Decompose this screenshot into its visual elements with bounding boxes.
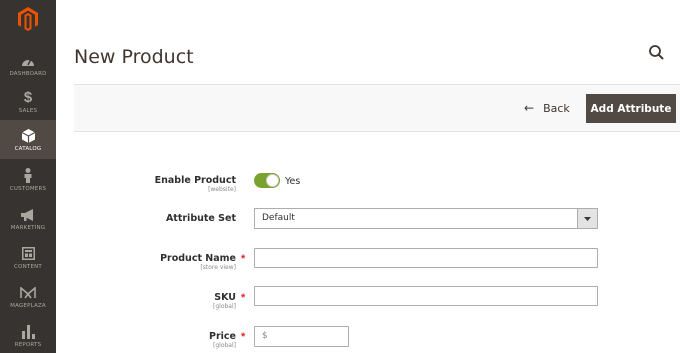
dashboard-icon <box>21 53 35 69</box>
toggle-knob <box>266 174 279 187</box>
megaphone-icon <box>20 207 36 223</box>
attribute-set-label: Attribute Set <box>165 213 236 224</box>
sidebar-item-marketing[interactable]: MARKETING <box>0 199 56 238</box>
price-scope: [global] <box>213 342 236 349</box>
price-label: Price <box>209 331 236 342</box>
required-asterisk: * <box>241 331 246 343</box>
sidebar-item-mageplaza[interactable]: MAGEPLAZA <box>0 277 56 316</box>
attribute-set-value: Default <box>262 213 295 223</box>
currency-prefix: $ <box>262 331 268 341</box>
enable-product-label: Enable Product <box>154 175 236 186</box>
magento-logo-icon <box>18 7 38 31</box>
sidebar-item-label: CATALOG <box>14 145 42 152</box>
product-name-scope: [store view] <box>200 264 236 271</box>
sidebar-item-dashboard[interactable]: DASHBOARD <box>0 45 56 84</box>
sku-label: SKU <box>214 292 236 303</box>
chevron-down-icon[interactable] <box>577 209 597 228</box>
required-asterisk: * <box>241 253 246 265</box>
mageplaza-icon <box>20 285 36 301</box>
page-title: New Product <box>74 46 194 68</box>
bar-chart-icon <box>21 324 35 340</box>
product-name-label: Product Name <box>160 253 236 264</box>
enable-product-value: Yes <box>285 176 301 187</box>
sidebar-item-label: REPORTS <box>14 341 42 348</box>
product-name-input[interactable] <box>254 248 598 268</box>
magento-logo[interactable] <box>0 0 56 38</box>
sidebar-item-sales[interactable]: $ SALES <box>0 82 56 121</box>
sidebar-item-label: MAGEPLAZA <box>10 302 46 309</box>
required-asterisk: * <box>241 292 246 304</box>
admin-sidebar: DASHBOARD $ SALES CATALOG CUSTOMERS MARK… <box>0 0 56 353</box>
sidebar-item-label: CUSTOMERS <box>9 185 47 192</box>
sidebar-item-customers[interactable]: CUSTOMERS <box>0 160 56 199</box>
dollar-icon: $ <box>23 89 33 106</box>
enable-product-toggle[interactable] <box>254 173 280 188</box>
page-actions-bar: ← Back Add Attribute <box>74 84 680 132</box>
enable-product-scope: [website] <box>208 186 236 193</box>
sidebar-item-label: MARKETING <box>10 224 46 231</box>
search-icon[interactable] <box>648 44 666 62</box>
back-button-label: Back <box>543 101 570 115</box>
sidebar-item-label: DASHBOARD <box>9 70 47 77</box>
price-input[interactable]: $ <box>254 326 349 347</box>
layout-icon <box>21 246 35 262</box>
sku-scope: [global] <box>213 303 236 310</box>
sidebar-item-reports[interactable]: REPORTS <box>0 316 56 353</box>
arrow-left-icon: ← <box>524 101 535 115</box>
sidebar-item-label: SALES <box>18 107 38 114</box>
attribute-set-select[interactable]: Default <box>254 208 598 229</box>
sidebar-item-label: CONTENT <box>14 263 42 270</box>
sidebar-item-content[interactable]: CONTENT <box>0 238 56 277</box>
sidebar-item-catalog[interactable]: CATALOG <box>0 120 56 159</box>
cube-icon <box>21 128 35 144</box>
add-attribute-button[interactable]: Add Attribute <box>586 94 676 123</box>
sku-input[interactable] <box>254 286 598 306</box>
person-icon <box>23 168 33 184</box>
back-button[interactable]: ← Back <box>524 99 570 117</box>
